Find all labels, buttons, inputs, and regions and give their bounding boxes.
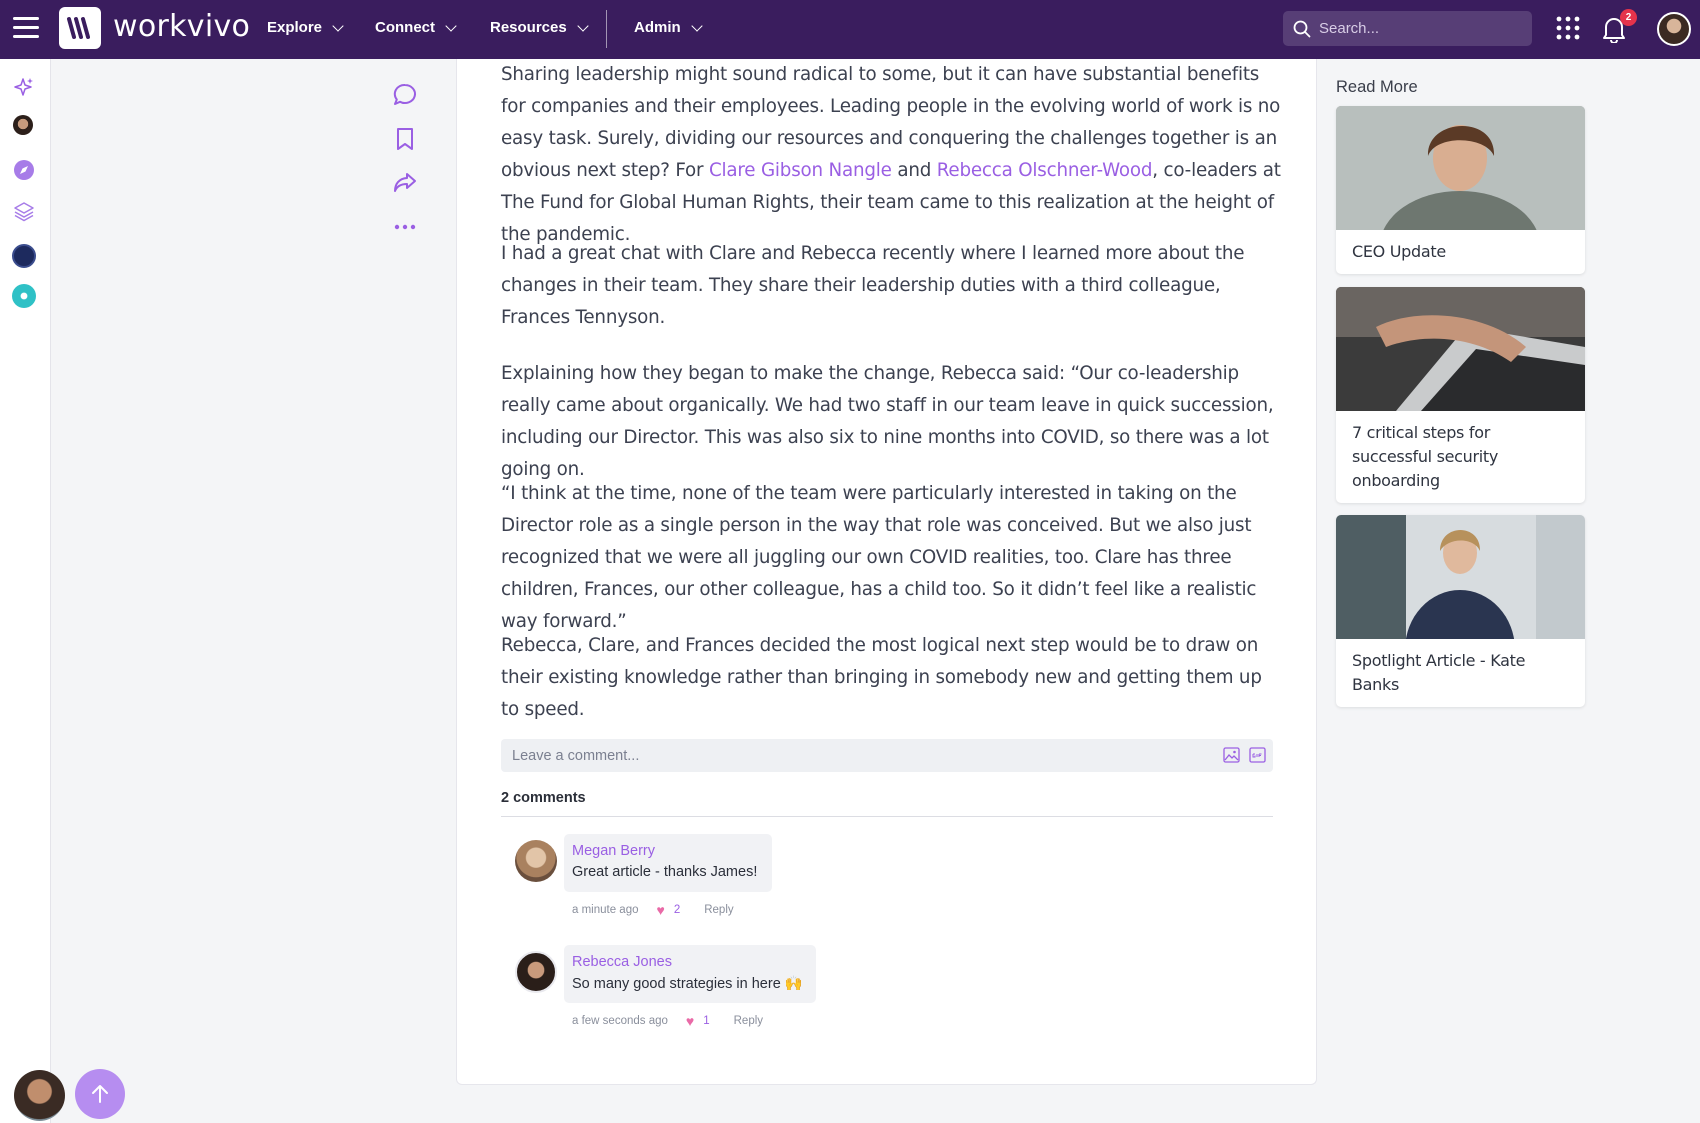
article-thumbnail [1336,515,1585,639]
more-options-icon[interactable] [392,214,418,240]
heart-icon[interactable]: ♥ [686,1013,694,1029]
author-link-rebecca[interactable]: Rebecca Olschner-Wood [937,160,1153,181]
gif-icon[interactable] [1249,747,1266,763]
comment-bubble: Rebecca Jones So many good strategies in… [564,945,816,1003]
community-icon[interactable] [12,284,36,308]
article-paragraph-3: Explaining how they began to make the ch… [501,363,1274,480]
comment-icon[interactable] [392,82,418,108]
chevron-down-icon [577,19,589,32]
nav-explore[interactable]: Explore [267,19,344,36]
space-logo-icon[interactable] [12,244,36,268]
notification-badge: 2 [1620,9,1637,26]
nav-admin[interactable]: Admin [634,19,703,36]
like-count: 1 [703,1015,710,1027]
sparkle-icon[interactable] [12,75,36,99]
comment-timestamp: a few seconds ago [572,1015,668,1027]
nav-resources-label: Resources [490,19,567,36]
comment-box[interactable] [501,739,1273,772]
read-more-card[interactable]: Spotlight Article - Kate Banks [1336,515,1585,707]
article-thumbnail [1336,287,1585,411]
search-icon [1293,20,1311,37]
nav-connect-label: Connect [375,19,435,36]
read-more-card[interactable]: 7 critical steps for successful security… [1336,287,1585,503]
comment-text: Great article - thanks James! [572,864,758,880]
like-count: 2 [673,904,681,916]
comment-bubble: Megan Berry Great article - thanks James… [564,834,772,892]
profile-avatar[interactable] [13,115,33,135]
chevron-down-icon [332,19,344,32]
comment-author[interactable]: Rebecca Jones [572,954,808,970]
nav-divider [606,10,607,48]
compass-icon[interactable] [12,158,36,182]
read-more-title: CEO Update [1352,242,1446,261]
user-avatar[interactable] [1657,12,1691,46]
hamburger-menu-icon[interactable] [13,17,39,39]
comment-meta: a minute ago ♥ 2 Reply [572,902,734,918]
nav-explore-label: Explore [267,19,323,36]
heart-icon[interactable]: ♥ [657,902,665,918]
left-sidebar [0,59,51,1123]
layers-icon[interactable] [12,199,36,223]
article-paragraph-1: Sharing leadership might sound radical t… [501,59,1281,251]
workvivo-logo-icon[interactable] [59,7,101,49]
current-user-avatar[interactable] [14,1070,65,1121]
scroll-to-top-button[interactable] [75,1069,125,1119]
image-upload-icon[interactable] [1223,747,1240,763]
article-card: Sharing leadership might sound radical t… [456,59,1317,1085]
apps-grid-icon[interactable] [1556,16,1580,40]
share-icon[interactable] [392,169,418,195]
bookmark-icon[interactable] [392,126,418,152]
commenter-avatar[interactable] [515,840,557,882]
reply-button[interactable]: Reply [704,904,733,916]
comment-meta: a few seconds ago ♥ 1 Reply [572,1013,763,1029]
read-more-title: Spotlight Article - Kate Banks [1352,651,1526,694]
article-paragraph-2: I had a great chat with Clare and Rebecc… [501,243,1245,328]
author-link-clare[interactable]: Clare Gibson Nangle [709,160,892,181]
comment-timestamp: a minute ago [572,904,639,916]
read-more-title: 7 critical steps for successful security… [1352,423,1499,490]
comment-author[interactable]: Megan Berry [572,843,764,859]
reply-button[interactable]: Reply [734,1015,763,1027]
divider [501,816,1273,817]
read-more-card[interactable]: CEO Update [1336,106,1585,274]
search-bar[interactable] [1283,11,1532,46]
top-navigation-bar: workvivo Explore Connect Resources Admin… [0,0,1700,59]
comment-input[interactable] [512,747,1202,764]
comments-count: 2 comments [501,790,586,806]
comment-text: So many good strategies in here 🙌 [572,976,803,992]
article-text: and [891,160,937,181]
article-thumbnail [1336,106,1585,230]
nav-resources[interactable]: Resources [490,19,589,36]
arrow-up-icon [92,1085,108,1103]
read-more-heading: Read More [1336,78,1418,96]
article-paragraph-5: Rebecca, Clare, and Frances decided the … [501,635,1262,720]
brand-name: workvivo [113,9,251,44]
chevron-down-icon [691,19,703,32]
nav-connect[interactable]: Connect [375,19,457,36]
search-input[interactable] [1319,20,1529,37]
chevron-down-icon [445,19,457,32]
nav-admin-label: Admin [634,19,681,36]
commenter-avatar[interactable] [515,951,557,993]
article-paragraph-4: “I think at the time, none of the team w… [501,483,1257,632]
